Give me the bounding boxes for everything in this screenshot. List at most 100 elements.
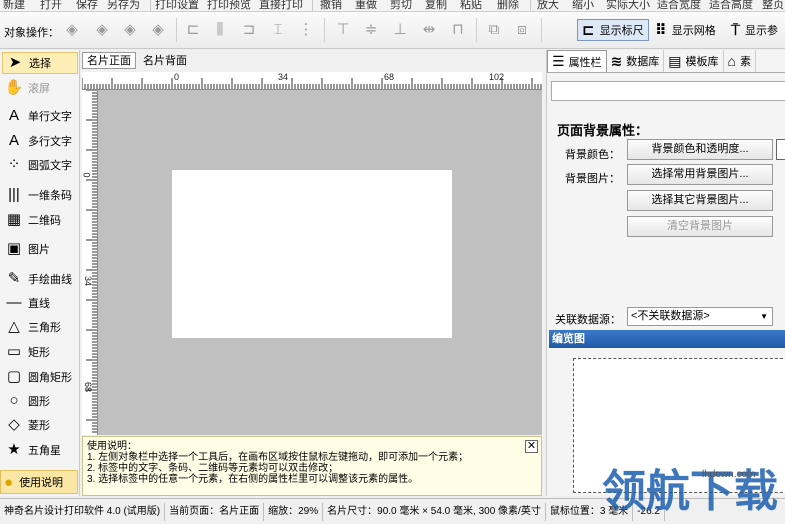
other-bg-image-button[interactable]: 选择其它背景图片...	[627, 190, 773, 211]
image-icon: ▣	[6, 240, 22, 257]
status-card-size: 名片尺寸：90.0 毫米 × 54.0 毫米, 300 像素/英寸	[323, 502, 546, 521]
tool-label: 选择	[29, 58, 51, 70]
common-bg-image-button[interactable]: 选择常用背景图片...	[627, 164, 773, 185]
tool-label: 单行文字	[28, 111, 72, 123]
distribute-h-icon[interactable]: ⋮	[296, 20, 316, 40]
ungroup-icon[interactable]: ⧈	[512, 20, 532, 40]
menu-print-preview[interactable]: 打印预览	[207, 0, 251, 11]
grid-icon: ⠿	[655, 22, 667, 39]
menu-fit-height[interactable]: 适合高度	[709, 0, 753, 11]
datasource-select[interactable]: <不关联数据源> ▼	[627, 307, 773, 326]
tool-star[interactable]: ★ 五角星	[2, 439, 78, 461]
tool-label: 圆形	[28, 396, 50, 408]
menu-zoom-out[interactable]: 缩小	[572, 0, 594, 11]
menu-paste[interactable]: 粘贴	[460, 0, 482, 11]
help-button[interactable]: ● 使用说明	[0, 470, 78, 494]
align-right-icon[interactable]: ⊐	[239, 20, 259, 40]
menu-open[interactable]: 打开	[40, 0, 62, 11]
list-icon: ☰	[552, 53, 565, 69]
menu-save[interactable]: 保存	[76, 0, 98, 11]
menu-delete[interactable]: 删除	[497, 0, 519, 11]
vertical-ruler: 0 34 68	[82, 90, 98, 435]
tool-triangle[interactable]: △ 三角形	[2, 316, 78, 338]
single-text-icon: A	[8, 107, 19, 124]
tool-label: 矩形	[28, 347, 50, 359]
triangle-icon: △	[8, 318, 20, 335]
ruler-label: 68	[384, 72, 395, 82]
align-bottom-icon[interactable]: ⊥	[390, 20, 410, 40]
ruler-label: 34	[83, 275, 94, 287]
property-name-field[interactable]	[551, 81, 785, 101]
tool-select[interactable]: ➤ 选择	[2, 52, 78, 74]
bg-color-swatch[interactable]	[776, 139, 785, 160]
tab-card-front[interactable]: 名片正面	[82, 52, 136, 69]
group-icon[interactable]: ⧉	[484, 20, 504, 40]
tab-templates[interactable]: ▤ 模板库	[664, 50, 724, 72]
align-top-icon[interactable]: ⊤	[333, 20, 353, 40]
tab-database[interactable]: ≋ 数据库	[607, 50, 665, 72]
menu-redo[interactable]: 重做	[355, 0, 377, 11]
tool-scroll[interactable]: ✋ 滚屏	[2, 77, 78, 99]
menu-undo[interactable]: 撤销	[320, 0, 342, 11]
tool-freehand[interactable]: ✎ 手绘曲线	[2, 268, 78, 290]
right-panel-tabs: ☰ 属性栏 ≋ 数据库 ▤ 模板库 ⌂ 素	[547, 50, 785, 73]
tool-label: 菱形	[28, 420, 50, 432]
menu-direct-print[interactable]: 直接打印	[259, 0, 303, 11]
tool-arc-text[interactable]: ⁘ 圆弧文字	[2, 154, 78, 176]
help-line: 1. 左侧对象栏中选择一个工具后，在画布区域按住鼠标左键拖动，即可添加一个元素；	[87, 452, 469, 463]
bring-front-icon[interactable]: ◈	[62, 20, 82, 40]
send-back-icon[interactable]: ◈	[92, 20, 112, 40]
align-middle-icon[interactable]: ⌶	[268, 20, 288, 40]
layer-up-icon[interactable]: ◈	[120, 20, 140, 40]
datasource-label: 关联数据源：	[555, 314, 621, 326]
site-watermark-logo: 领航下载	[602, 466, 778, 516]
tool-circle[interactable]: ○ 圆形	[2, 390, 78, 412]
clear-bg-image-button[interactable]: 清空背景图片	[627, 216, 773, 237]
tab-properties[interactable]: ☰ 属性栏	[547, 50, 607, 72]
close-icon[interactable]: ✕	[525, 440, 538, 453]
menu-print-setup[interactable]: 打印设置	[155, 0, 199, 11]
show-grid-toggle[interactable]: ⠿ 显示网格	[650, 19, 721, 41]
help-line: 3. 选择标签中的任意一个元素，在右侧的属性栏里可以调整该元素的属性。	[87, 474, 419, 485]
distribute-v-icon[interactable]: ⊓	[448, 20, 468, 40]
menu-save-as[interactable]: 另存为	[107, 0, 140, 11]
tool-image[interactable]: ▣ 图片	[2, 238, 78, 260]
params-icon: ⍑	[731, 21, 741, 39]
tool-rectangle[interactable]: ▭ 矩形	[2, 341, 78, 363]
business-card-page[interactable]	[172, 170, 452, 338]
material-icon: ⌂	[727, 53, 736, 69]
align-left-icon[interactable]: ⊏	[183, 20, 203, 40]
multi-text-icon: A	[8, 132, 19, 149]
tool-rounded-rect[interactable]: ▢ 圆角矩形	[2, 366, 78, 388]
show-ruler-toggle[interactable]: ⊏ 显示标尺	[577, 19, 649, 41]
menu-fit-width[interactable]: 适合宽度	[657, 0, 701, 11]
align-vcenter-icon[interactable]: ≑	[361, 20, 381, 40]
menu-separator	[530, 0, 531, 11]
ruler-icon: ⊏	[582, 22, 595, 39]
barcode-icon: |||	[8, 186, 20, 203]
menu-whole-page[interactable]: 整页	[762, 0, 784, 11]
tool-label: 二维码	[28, 215, 61, 227]
tool-diamond[interactable]: ◇ 菱形	[2, 414, 78, 436]
design-canvas[interactable]	[98, 90, 542, 435]
align-center-icon[interactable]: ⫼	[210, 20, 230, 40]
tab-card-back[interactable]: 名片背面	[138, 52, 192, 69]
menu-new[interactable]: 新建	[3, 0, 25, 11]
center-h-icon[interactable]: ⇹	[419, 20, 439, 40]
canvas-tabs: 名片正面 名片背面	[82, 52, 192, 70]
menu-copy[interactable]: 复制	[425, 0, 447, 11]
tab-materials[interactable]: ⌂ 素	[724, 50, 756, 72]
show-params-toggle[interactable]: ⍑ 显示参	[726, 19, 783, 41]
tool-barcode[interactable]: ||| 一维条码	[2, 184, 78, 206]
menu-actual-size[interactable]: 实际大小	[606, 0, 650, 11]
tool-single-text[interactable]: A 单行文字	[2, 105, 78, 127]
tool-multi-text[interactable]: A 多行文字	[2, 130, 78, 152]
menu-bar: 新建 打开 保存 另存为 打印设置 打印预览 直接打印 撤销 重做 剪切 复制 …	[0, 0, 785, 12]
tool-label: 滚屏	[28, 83, 50, 95]
bg-color-button[interactable]: 背景颜色和透明度...	[627, 139, 773, 160]
layer-down-icon[interactable]: ◈	[148, 20, 168, 40]
menu-zoom-in[interactable]: 放大	[537, 0, 559, 11]
tool-line[interactable]: — 直线	[2, 292, 78, 314]
menu-cut[interactable]: 剪切	[390, 0, 412, 11]
tool-qrcode[interactable]: ▦ 二维码	[2, 209, 78, 231]
